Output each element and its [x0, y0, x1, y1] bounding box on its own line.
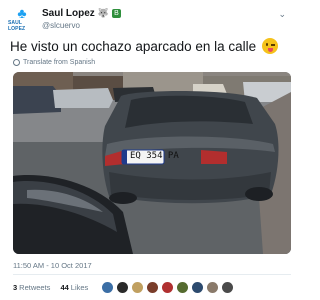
photo-illustration	[13, 72, 291, 254]
tweet-body: He visto un cochazo aparcado en la calle	[10, 39, 257, 54]
avatar[interactable]: ♣ SAUL LOPEZ	[8, 6, 36, 34]
globe-icon	[13, 59, 20, 66]
liker-avatar-1[interactable]	[102, 282, 114, 293]
likers-avatars	[102, 282, 234, 293]
chevron-down-icon[interactable]: ⌄	[278, 9, 286, 20]
liker-avatar-7[interactable]	[192, 282, 204, 293]
tweet-timestamp[interactable]: 11:50 AM - 10 Oct 2017	[13, 261, 92, 270]
likes-count: 44	[60, 283, 69, 292]
author-name[interactable]: Saul Lopez	[42, 8, 95, 19]
divider	[13, 274, 291, 275]
likes-stat[interactable]: 44 Likes	[60, 283, 88, 292]
tweet-photo[interactable]: EQ 354 PA	[13, 72, 291, 254]
liker-avatar-6[interactable]	[177, 282, 189, 293]
likes-label: Likes	[70, 283, 89, 292]
author-handle[interactable]: @slcuervo	[42, 21, 80, 30]
license-plate: EQ 354 PA	[130, 151, 179, 161]
wolf-emoji-icon: 🐺	[97, 8, 110, 18]
tweet-header: ♣ SAUL LOPEZ Saul Lopez 🐺 B @slcuervo ⌄	[8, 6, 286, 32]
translate-label: Translate from Spanish	[23, 59, 96, 66]
logo-text: SAUL LOPEZ	[8, 20, 26, 32]
liker-avatar-3[interactable]	[132, 282, 144, 293]
engagement-stats: 3 Retweets 44 Likes	[13, 282, 234, 293]
liker-avatar-9[interactable]	[222, 282, 234, 293]
liker-avatar-5[interactable]	[162, 282, 174, 293]
liker-avatar-4[interactable]	[147, 282, 159, 293]
translate-link[interactable]: Translate from Spanish	[13, 59, 95, 66]
badge-icon: B	[112, 9, 122, 18]
logo-icon: ♣	[17, 5, 27, 21]
author-name-row: Saul Lopez 🐺 B	[42, 8, 122, 19]
tweet-text: He visto un cochazo aparcado en la calle	[10, 38, 278, 54]
liker-avatar-2[interactable]	[117, 282, 129, 293]
retweets-label: Retweets	[19, 283, 51, 292]
retweets-count: 3	[13, 283, 18, 292]
liker-avatar-8[interactable]	[207, 282, 219, 293]
winking-face-with-tongue-icon	[261, 38, 278, 54]
retweets-stat[interactable]: 3 Retweets	[13, 283, 50, 292]
